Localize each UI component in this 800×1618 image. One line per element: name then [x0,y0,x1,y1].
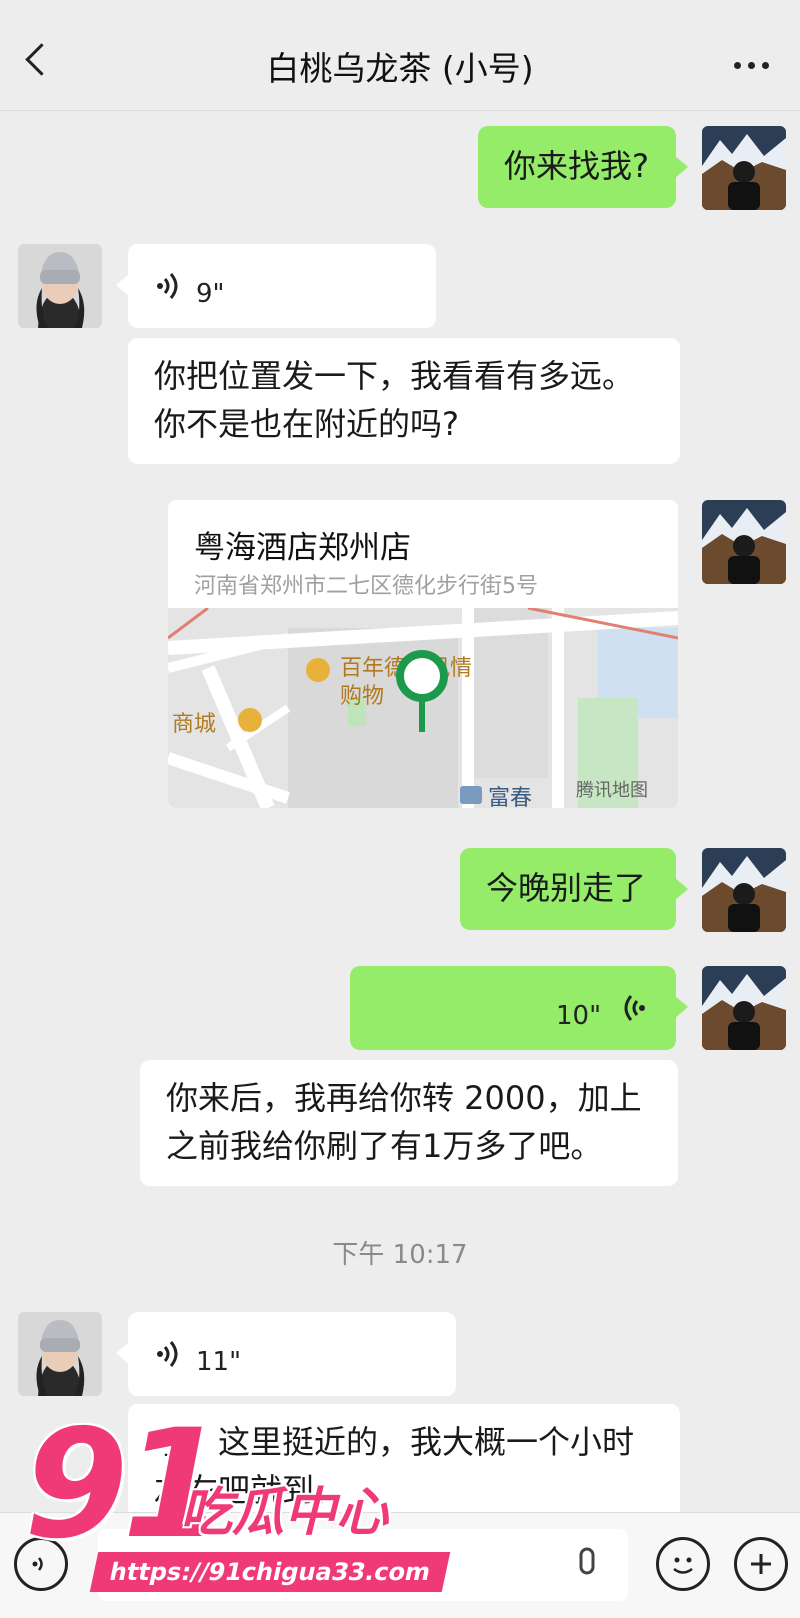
message-text-line: 你不是也在附近的吗? [154,405,459,443]
message-text-line: 之前我给你刷了有1万多了吧。 [166,1127,603,1165]
contact-avatar[interactable] [18,1312,102,1396]
voice-duration: 11" [196,1347,242,1377]
map-label: 购物 [340,684,385,709]
voice-message-out[interactable]: 10" [350,966,688,1050]
map-attribution: 腾讯地图 [576,780,648,801]
map-label: 商城 [172,712,217,737]
location-address: 河南省郑州市二七区德化步行街5号 [194,574,538,599]
self-avatar[interactable] [702,500,786,584]
message-bubble-out[interactable]: 今晚别走了 [460,848,688,930]
voice-message-in[interactable]: 9" [116,244,436,328]
message-text: 你来找我? [504,147,649,185]
microphone-icon [579,1547,595,1575]
message-text-line: 你来后，我再给你转 2000，加上 [166,1079,642,1117]
voice-duration: 9" [196,279,225,309]
emoji-icon[interactable] [656,1537,710,1591]
voice-message-in[interactable]: 11" [116,1312,456,1396]
self-avatar[interactable] [702,848,786,932]
watermark-url: https://91chigua33.com [89,1552,451,1592]
plus-icon[interactable] [734,1537,788,1591]
location-name: 粤海酒店郑州店 [194,530,411,566]
message-bubble-in[interactable]: 你把位置发一下，我看看有多远。 你不是也在附近的吗? [128,338,680,464]
contact-avatar[interactable] [18,244,102,328]
map-pin-icon [396,650,448,732]
message-bubble-in[interactable]: 你来后，我再给你转 2000，加上 之前我给你刷了有1万多了吧。 [140,1060,678,1186]
self-avatar[interactable] [702,966,786,1050]
voice-icon [157,1341,178,1367]
message-text-line: 哦，这里挺近的，我大概一个小时 [154,1423,635,1461]
message-text-line: 你把位置发一下，我看看有多远。 [154,357,635,395]
timestamp: 下午 10:17 [332,1240,468,1270]
voice-duration: 10" [556,1001,602,1031]
voice-icon [624,995,645,1021]
chat-header: 白桃乌龙茶 (小号) [0,0,800,111]
voice-icon [157,273,178,299]
watermark-name: 吃瓜中心 [180,1483,389,1543]
more-icon[interactable] [732,50,772,78]
chat-title: 白桃乌龙茶 (小号) [266,49,534,88]
location-card[interactable]: 粤海酒店郑州店 河南省郑州市二七区德化步行街5号 百年德化风情 购物 商城 富春 [168,500,678,808]
message-bubble-out[interactable]: 你来找我? [478,126,688,208]
message-text: 今晚别走了 [486,869,647,907]
self-avatar[interactable] [702,126,786,210]
map-label: 富春 [488,786,533,808]
location-map[interactable]: 百年德化风情 购物 商城 富春 腾讯地图 [168,606,678,808]
